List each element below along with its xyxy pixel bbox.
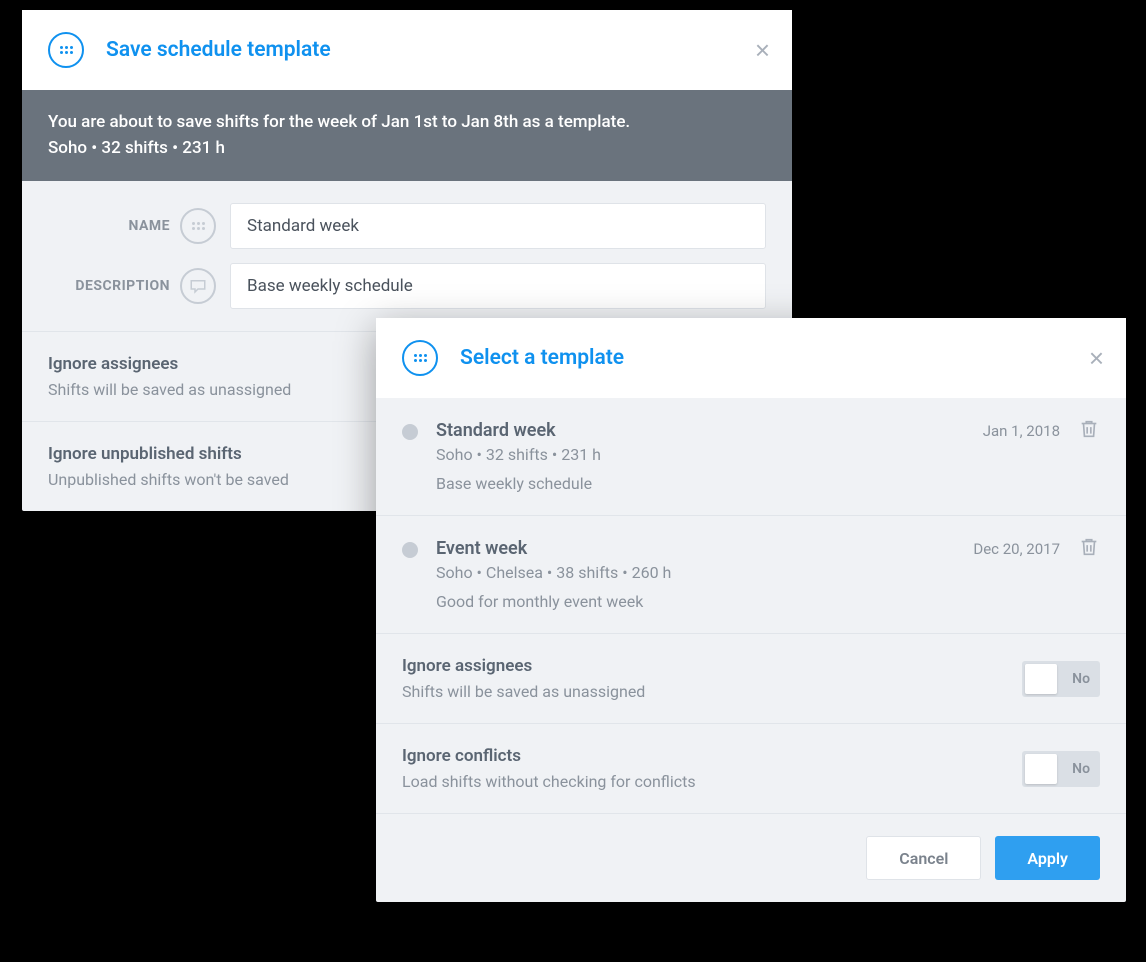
form-area: NAME DESCRIPTION: [22, 181, 792, 332]
trash-icon[interactable]: [1078, 418, 1100, 444]
modal-title: Save schedule template: [106, 38, 331, 62]
trash-icon[interactable]: [1078, 536, 1100, 562]
template-texts: Event week Soho • Chelsea • 38 shifts • …: [436, 538, 973, 611]
select-template-modal: Select a template × Standard week Soho •…: [376, 318, 1126, 902]
option-title: Ignore conflicts: [402, 746, 1022, 766]
cancel-button[interactable]: Cancel: [866, 836, 981, 880]
option-ignore-assignees: Ignore assignees Shifts will be saved as…: [376, 634, 1126, 724]
template-item[interactable]: Standard week Soho • 32 shifts • 231 h B…: [376, 398, 1126, 516]
close-icon[interactable]: ×: [755, 37, 770, 63]
calendar-icon: [402, 340, 438, 376]
template-desc: Good for monthly event week: [436, 592, 973, 611]
template-meta: Soho • 32 shifts • 231 h: [436, 445, 983, 464]
banner-line-1: You are about to save shifts for the wee…: [48, 110, 766, 136]
calendar-icon: [180, 208, 216, 244]
name-input[interactable]: [230, 203, 766, 249]
name-row: NAME: [48, 203, 766, 249]
toggle-label: No: [1072, 671, 1090, 687]
template-item[interactable]: Event week Soho • Chelsea • 38 shifts • …: [376, 516, 1126, 634]
bullet-icon: [402, 542, 418, 558]
template-texts: Standard week Soho • 32 shifts • 231 h B…: [436, 420, 983, 493]
calendar-icon: [48, 32, 84, 68]
toggle-ignore-conflicts[interactable]: No: [1022, 751, 1100, 787]
modal-header: Save schedule template ×: [22, 10, 792, 90]
description-input[interactable]: [230, 263, 766, 309]
chat-icon: [180, 268, 216, 304]
select-body: Standard week Soho • 32 shifts • 231 h B…: [376, 398, 1126, 902]
toggle-label: No: [1072, 761, 1090, 777]
option-title: Ignore assignees: [402, 656, 1022, 676]
option-ignore-conflicts: Ignore conflicts Load shifts without che…: [376, 724, 1126, 814]
template-name: Event week: [436, 538, 973, 559]
template-desc: Base weekly schedule: [436, 474, 983, 493]
toggle-knob: [1025, 754, 1057, 784]
description-row: DESCRIPTION: [48, 263, 766, 309]
template-name: Standard week: [436, 420, 983, 441]
template-date: Jan 1, 2018: [983, 422, 1060, 440]
template-meta: Soho • Chelsea • 38 shifts • 260 h: [436, 563, 973, 582]
toggle-ignore-assignees[interactable]: No: [1022, 661, 1100, 697]
option-desc: Shifts will be saved as unassigned: [402, 682, 1022, 701]
close-icon[interactable]: ×: [1089, 345, 1104, 371]
modal-header: Select a template ×: [376, 318, 1126, 398]
name-label: NAME: [48, 218, 180, 234]
template-date: Dec 20, 2017: [973, 540, 1060, 558]
bullet-icon: [402, 424, 418, 440]
option-desc: Load shifts without checking for conflic…: [402, 772, 1022, 791]
modal-title: Select a template: [460, 346, 624, 370]
toggle-knob: [1025, 664, 1057, 694]
modal-footer: Cancel Apply: [376, 814, 1126, 902]
info-banner: You are about to save shifts for the wee…: [22, 90, 792, 181]
apply-button[interactable]: Apply: [995, 836, 1100, 880]
banner-line-2: Soho • 32 shifts • 231 h: [48, 136, 766, 162]
description-label: DESCRIPTION: [48, 278, 180, 294]
